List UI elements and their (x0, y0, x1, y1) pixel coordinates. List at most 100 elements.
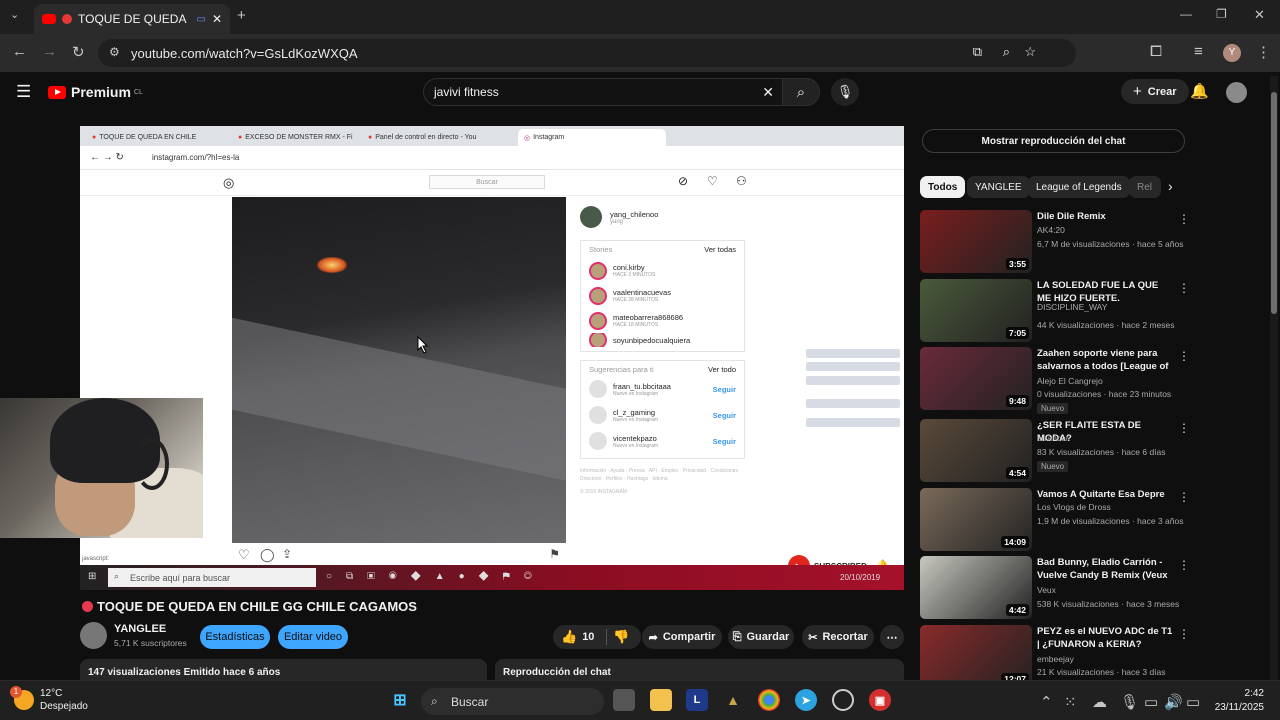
save-button[interactable]: ⎘ Guardar (728, 625, 794, 649)
back-icon[interactable]: ← (12, 43, 27, 60)
video-thumbnail[interactable]: 14:09 (920, 488, 1032, 551)
more-vertical-icon[interactable]: ⋮ (1178, 349, 1190, 363)
recommended-video[interactable]: 4:42 Bad Bunny, Eladio Carrión - Vuelve C… (920, 556, 1190, 620)
video-thumbnail[interactable]: 9:48 (920, 347, 1032, 410)
edit-video-button[interactable]: Editar video (278, 625, 348, 649)
bookmark-star-icon[interactable]: ☆ (1024, 44, 1036, 60)
device-icon[interactable]: ⁙ (1064, 693, 1077, 711)
hamburger-menu-icon[interactable]: ☰ (16, 82, 31, 102)
site-info-icon[interactable]: ⚙ (109, 45, 120, 59)
share-arrow-icon: ➦ (648, 631, 658, 644)
more-vertical-icon[interactable]: ⋮ (1178, 421, 1190, 435)
video-player[interactable]: ● TOQUE DE QUEDA EN CHILE ● EXCESO DE MONS… (80, 126, 904, 590)
obs-icon[interactable] (832, 689, 854, 711)
video-channel[interactable]: AK4:20 (1037, 225, 1065, 235)
minimize-icon[interactable]: — (1180, 7, 1192, 21)
video-thumbnail[interactable]: 3:55 (920, 210, 1032, 273)
taskbar-search[interactable]: ⌕ Buscar (421, 688, 604, 715)
recommended-video[interactable]: 4:54 ¿SER FLAITE ESTA DE MODA? arrancar 83 … (920, 419, 1190, 483)
more-vertical-icon[interactable]: ⋮ (1178, 212, 1190, 226)
video-title[interactable]: Zaahen soporte viene para salvarnos a to… (1037, 347, 1175, 374)
close-tab-icon[interactable]: ✕ (212, 12, 222, 26)
network-icon[interactable]: ▭ (1144, 693, 1158, 711)
scrollbar-thumb[interactable] (1271, 92, 1277, 314)
channel-avatar[interactable] (80, 622, 107, 649)
video-channel[interactable]: embeejay (1037, 654, 1074, 664)
video-title[interactable]: PEYZ es el NUEVO ADC de T1 | ¿FUNARON a … (1037, 625, 1175, 651)
microphone-tray-icon[interactable]: 🎙 (1120, 693, 1139, 711)
chip-all[interactable]: Todos (920, 176, 966, 198)
media-controls-icon[interactable]: ≡ (1194, 43, 1203, 60)
video-title[interactable]: Vamos A Quitarte Esa Depre (1037, 488, 1175, 501)
zoom-icon[interactable]: ⌕ (1003, 44, 1010, 60)
chrome-menu-icon[interactable]: ⋮ (1256, 43, 1271, 61)
youtube-header: ☰ Premium CL javivi fitness ✕ ⌕ 🎙 + Crea… (0, 72, 1280, 112)
app-red-icon[interactable]: ▣ (869, 689, 891, 711)
profile-avatar[interactable]: Y (1223, 44, 1241, 62)
recommended-video[interactable]: 9:48 Zaahen soporte viene para salvarnos … (920, 347, 1190, 414)
notifications-bell-icon[interactable]: 🔔 (1190, 82, 1209, 100)
account-avatar[interactable] (1226, 82, 1247, 103)
more-vertical-icon[interactable]: ⋮ (1178, 558, 1190, 572)
clip-button[interactable]: ✂ Recortar (802, 625, 874, 649)
chip-league[interactable]: League of Legends (1028, 176, 1130, 198)
video-title[interactable]: Dile Dile Remix (1037, 210, 1175, 223)
show-hidden-icons-icon[interactable]: ⌃ (1040, 693, 1053, 711)
create-button[interactable]: + Crear (1121, 79, 1189, 104)
video-title[interactable]: Bad Bunny, Eladio Carrión - Vuelve Candy… (1037, 556, 1175, 583)
new-tab-icon[interactable]: + (237, 7, 246, 24)
telegram-icon[interactable]: ➤ (795, 689, 817, 711)
address-bar[interactable]: ⚙ youtube.com/watch?v=GsLdKozWXQA ⧉ ⌕ ☆ (98, 39, 1076, 67)
chrome-app-icon[interactable] (758, 689, 780, 711)
tab-search-icon[interactable]: ⌄ (10, 8, 19, 21)
more-vertical-icon[interactable]: ⋮ (1178, 490, 1190, 504)
video-thumbnail[interactable]: 4:42 (920, 556, 1032, 619)
thumbs-up-icon[interactable]: 👍 (561, 629, 577, 645)
more-vertical-icon[interactable]: ⋮ (1178, 627, 1190, 641)
video-channel[interactable]: DISCIPLINE_WAY (1037, 302, 1107, 312)
video-thumbnail[interactable]: 12:07 (920, 625, 1032, 688)
video-thumbnail[interactable]: 4:54 (920, 419, 1032, 482)
windows-start-icon[interactable]: ⊞ (389, 689, 411, 711)
install-app-icon[interactable]: ⧉ (973, 44, 982, 60)
share-button[interactable]: ➦ Compartir (642, 625, 722, 649)
video-thumbnail[interactable]: 7:05 (920, 279, 1032, 342)
file-explorer-icon[interactable] (650, 689, 672, 711)
stats-button[interactable]: Estadísticas (200, 625, 270, 649)
more-actions-button[interactable]: ⋯ (880, 625, 904, 649)
league-client-icon[interactable]: ▲ (722, 689, 744, 711)
video-channel[interactable]: Veux (1037, 585, 1056, 595)
voice-search-button[interactable]: 🎙 (831, 78, 859, 106)
search-input[interactable]: javivi fitness ✕ (423, 78, 783, 106)
recommended-video[interactable]: 7:05 LA SOLEDAD FUE LA QUE ME HIZO FUERTE… (920, 279, 1190, 343)
video-channel[interactable]: arrancar (1037, 433, 1069, 443)
close-window-icon[interactable]: ✕ (1254, 7, 1265, 23)
weather-widget[interactable]: 1 12°C Despejado (10, 686, 88, 713)
youtube-premium-logo[interactable]: Premium CL (48, 84, 143, 100)
chip-related[interactable]: Rel (1129, 176, 1161, 198)
story-item: vaalentinacuevas HACE 28 MINUTOS (589, 283, 736, 308)
chip-channel[interactable]: YANGLEE (967, 176, 1030, 198)
task-view-icon[interactable] (613, 689, 635, 711)
clock[interactable]: 2:42 23/11/2025 (1206, 687, 1264, 715)
video-channel[interactable]: Alejo El Cangrejo (1037, 376, 1103, 386)
forward-icon[interactable]: → (42, 43, 57, 60)
recommended-video[interactable]: 14:09 Vamos A Quitarte Esa Depre Los Vlogs… (920, 488, 1190, 552)
thumbs-down-icon[interactable]: 👎 (613, 629, 629, 645)
channel-name[interactable]: YANGLEE (114, 623, 166, 635)
browser-tab-active[interactable]: TOQUE DE QUEDA EN C ▭ ✕ (34, 4, 230, 34)
battery-icon[interactable]: ▭ (1186, 693, 1200, 711)
chips-next-icon[interactable]: › (1168, 178, 1173, 194)
extensions-icon[interactable]: ⧠ (1150, 43, 1162, 60)
restore-icon[interactable]: ❐ (1216, 7, 1227, 21)
volume-icon[interactable]: 🔊 (1164, 693, 1183, 711)
clear-search-icon[interactable]: ✕ (762, 84, 774, 101)
reload-icon[interactable]: ↻ (72, 43, 85, 61)
app-l-icon[interactable]: L (686, 689, 708, 711)
show-chat-replay-button[interactable]: Mostrar reproducción del chat (922, 129, 1185, 153)
search-button[interactable]: ⌕ (782, 78, 820, 106)
video-channel[interactable]: Los Vlogs de Dross (1037, 502, 1111, 512)
more-vertical-icon[interactable]: ⋮ (1178, 281, 1190, 295)
recommended-video[interactable]: 3:55 Dile Dile Remix AK4:20 6,7 M de visual… (920, 210, 1190, 274)
cloud-icon[interactable]: ☁ (1092, 693, 1107, 711)
